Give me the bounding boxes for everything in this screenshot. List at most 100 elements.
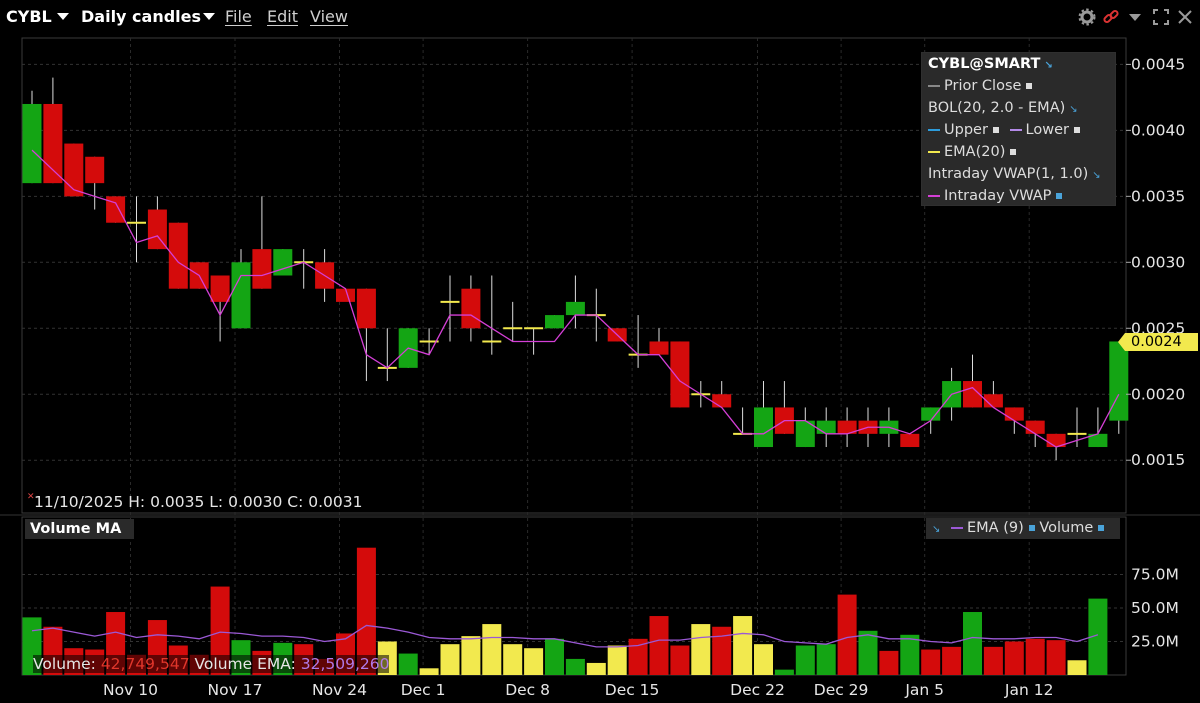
price-tick-label: 0.0020: [1131, 385, 1185, 403]
square-icon[interactable]: [1073, 127, 1080, 133]
volume-bar: [1004, 641, 1024, 675]
volume-tick-label: 75.0M: [1131, 566, 1179, 584]
volume-value: 42,749,547: [100, 655, 190, 673]
volume-label: Volume:: [33, 655, 96, 673]
volume-bar: [983, 646, 1003, 675]
square-icon[interactable]: [1028, 525, 1035, 531]
close-icon[interactable]: ✕: [27, 492, 35, 502]
square-icon[interactable]: [1010, 149, 1017, 155]
volume-bar: [837, 594, 857, 675]
volume-bar: [565, 658, 585, 675]
candle-body: [231, 262, 251, 329]
volume-panel-title: Volume MA: [25, 519, 134, 539]
volume-bar: [419, 668, 439, 675]
time-tick-label: Nov 24: [312, 681, 367, 699]
candle-body: [754, 407, 773, 448]
candle-body: [461, 288, 481, 329]
arrow-icon[interactable]: ↘: [1092, 170, 1100, 181]
volume-tick-label: 50.0M: [1131, 599, 1179, 617]
arrow-icon[interactable]: ↘: [1044, 60, 1052, 71]
ema-line-icon: [951, 527, 963, 529]
volume-bar: [649, 616, 669, 675]
price-tick-label: 0.0015: [1131, 451, 1185, 469]
candle-body: [210, 275, 230, 302]
volume-bar: [524, 648, 544, 675]
readout-l: 0.0030: [228, 493, 283, 511]
candle-body: [1109, 341, 1129, 421]
volume-ema-value: 32,509,260: [300, 655, 390, 673]
candle-body: [670, 341, 690, 408]
time-tick-label: Dec 22: [730, 681, 785, 699]
volume-bar: [774, 669, 794, 675]
candle-body: [22, 103, 42, 184]
ohlc-readout: ✕ 11/10/2025 H: 0.0035 L: 0.0030 C: 0.00…: [27, 492, 363, 511]
volume-ema-line: [31, 624, 1099, 648]
volume-bar: [1025, 638, 1045, 675]
time-tick-label: Dec 8: [505, 681, 550, 699]
volume-bar: [754, 644, 773, 675]
vwap-line-icon: [928, 195, 940, 197]
time-tick-label: Dec 15: [605, 681, 660, 699]
volume-bar: [921, 649, 941, 675]
legend-bol: BOL(20, 2.0 - EMA): [928, 100, 1066, 116]
readout-h-label: H:: [128, 493, 146, 511]
candle-body: [252, 249, 272, 289]
candle-body: [1004, 407, 1024, 421]
candle-body: [900, 433, 920, 448]
time-tick-label: Jan 5: [904, 681, 944, 699]
candle-body: [64, 143, 84, 197]
volume-bar: [858, 630, 878, 675]
legend-vol-ema: EMA (9): [967, 520, 1024, 536]
candle-body: [85, 156, 105, 184]
upper-line-icon: [928, 129, 940, 131]
volume-bar: [900, 634, 920, 675]
candle-body: [816, 420, 836, 434]
candle-body: [168, 222, 188, 289]
volume-bar: [398, 653, 418, 675]
square-icon[interactable]: [1056, 193, 1063, 199]
price-tick-label: 0.0030: [1131, 253, 1185, 271]
ema-line-icon: [928, 151, 940, 153]
arrow-icon[interactable]: ↘: [932, 524, 940, 535]
candle-body: [649, 341, 669, 355]
volume-bar: [461, 636, 481, 675]
time-tick-label: Dec 1: [401, 681, 446, 699]
candle-body: [43, 103, 63, 184]
volume-readout: Volume: 42,749,547 Volume EMA: 32,509,26…: [33, 655, 390, 673]
candle-body: [356, 288, 376, 329]
readout-c: 0.0031: [308, 493, 363, 511]
volume-tick-label: 25.0M: [1131, 633, 1179, 651]
legend-vwap: Intraday VWAP: [944, 188, 1052, 204]
volume-bar: [1046, 640, 1066, 675]
volume-bar: [545, 638, 564, 675]
square-icon[interactable]: [1098, 525, 1105, 531]
volume-bar: [795, 645, 815, 675]
price-tick-label: 0.0035: [1131, 187, 1185, 205]
candle-body: [545, 315, 564, 329]
legend-upper: Upper: [944, 122, 988, 138]
time-tick-label: Jan 12: [1004, 681, 1054, 699]
square-icon[interactable]: [992, 127, 999, 133]
indicator-legend[interactable]: CYBL@SMART ↘ Prior Close BOL(20, 2.0 - EM…: [921, 52, 1116, 206]
arrow-icon[interactable]: ↘: [1069, 104, 1077, 115]
volume-bar: [607, 645, 627, 675]
readout-c-label: C:: [287, 493, 304, 511]
price-tick-label: 0.0045: [1131, 55, 1185, 73]
square-icon[interactable]: [1026, 83, 1033, 89]
candle-body: [565, 301, 585, 316]
volume-bar: [482, 624, 502, 675]
time-tick-label: Dec 29: [814, 681, 869, 699]
volume-bar: [691, 624, 711, 675]
volume-bar: [816, 644, 836, 675]
legend-title: CYBL@SMART: [928, 56, 1041, 72]
readout-l-label: L:: [209, 493, 224, 511]
volume-bar: [1067, 660, 1087, 675]
candle-body: [712, 394, 732, 408]
price-tick-label: 0.0040: [1131, 121, 1185, 139]
volume-legend[interactable]: ↘ EMA (9) Volume: [926, 518, 1120, 539]
candle-body: [1025, 420, 1045, 434]
lower-line-icon: [1009, 129, 1022, 131]
last-price-tag: 0.0024: [1118, 333, 1198, 351]
candle-body: [921, 407, 941, 421]
candle-body: [147, 209, 167, 250]
